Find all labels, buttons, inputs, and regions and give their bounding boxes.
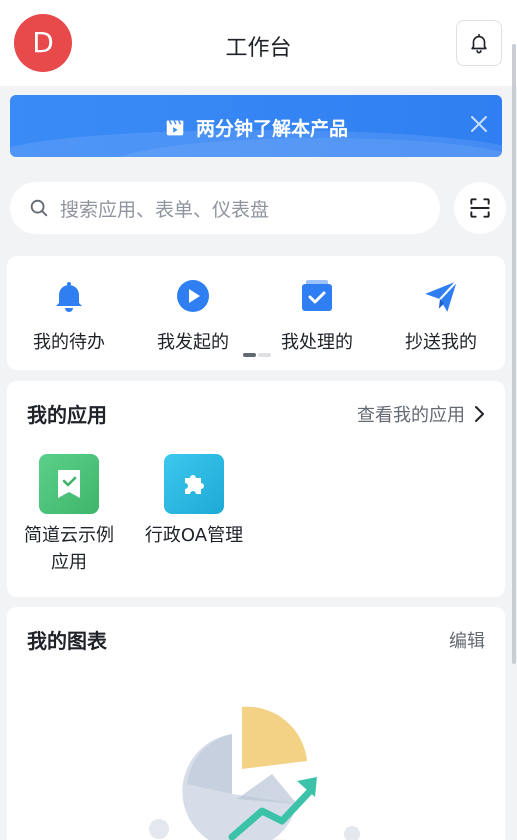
empty-chart-illustration bbox=[149, 706, 360, 840]
banner-close-button[interactable] bbox=[465, 110, 493, 138]
quick-action-todo[interactable]: 我的待办 bbox=[7, 276, 131, 354]
video-icon bbox=[166, 119, 184, 135]
app-name: 简道云示例应用 bbox=[24, 525, 114, 573]
workbench-page: D 工作台 两分钟了解本产品 搜索应用、表单、仪表盘 我的待办 我发起的 我处理… bbox=[0, 0, 517, 840]
page-title: 工作台 bbox=[225, 36, 292, 61]
app-name: 行政OA管理 bbox=[144, 525, 244, 546]
search-icon bbox=[30, 199, 48, 217]
my-apps-section: 我的应用 查看我的应用 简道云示例应用 行政OA管理 bbox=[7, 381, 505, 597]
quick-actions-panel: 我的待办 我发起的 我处理的 抄送我的 bbox=[7, 256, 505, 370]
top-header: D 工作台 bbox=[0, 0, 517, 86]
section-title: 我的图表 bbox=[27, 629, 107, 653]
scan-button[interactable] bbox=[454, 182, 506, 234]
view-my-apps-label: 查看我的应用 bbox=[357, 405, 465, 426]
quick-action-initiated[interactable]: 我发起的 bbox=[131, 276, 255, 354]
notification-button[interactable] bbox=[456, 20, 502, 66]
play-icon bbox=[173, 276, 213, 316]
send-icon bbox=[421, 276, 461, 316]
search-input[interactable]: 搜索应用、表单、仪表盘 bbox=[10, 182, 440, 234]
puzzle-icon bbox=[164, 454, 224, 514]
quick-action-cc[interactable]: 抄送我的 bbox=[379, 276, 503, 354]
check-calendar-icon bbox=[297, 276, 337, 316]
quick-action-label: 抄送我的 bbox=[405, 332, 477, 353]
page-indicator bbox=[243, 353, 271, 357]
app-item[interactable]: 行政OA管理 bbox=[139, 454, 249, 549]
search-placeholder: 搜索应用、表单、仪表盘 bbox=[60, 198, 270, 221]
intro-banner[interactable]: 两分钟了解本产品 bbox=[10, 95, 502, 157]
edit-button[interactable]: 编辑 bbox=[449, 627, 485, 653]
bell-icon bbox=[49, 276, 89, 316]
banner-content: 两分钟了解本产品 bbox=[10, 114, 502, 141]
bell-icon bbox=[471, 33, 487, 54]
my-charts-section: 我的图表 编辑 bbox=[7, 607, 505, 840]
view-my-apps-link[interactable]: 查看我的应用 bbox=[357, 401, 485, 427]
bookmark-check-icon bbox=[39, 454, 99, 514]
page-dot-active bbox=[243, 353, 256, 357]
quick-action-label: 我处理的 bbox=[281, 332, 353, 353]
page-dot bbox=[258, 353, 271, 357]
scrollbar[interactable] bbox=[512, 44, 516, 664]
banner-text: 两分钟了解本产品 bbox=[195, 118, 348, 140]
quick-action-processed[interactable]: 我处理的 bbox=[255, 276, 379, 354]
section-title: 我的应用 bbox=[27, 403, 107, 427]
app-item[interactable]: 简道云示例应用 bbox=[14, 454, 124, 576]
chevron-right-icon bbox=[475, 406, 484, 422]
scan-icon bbox=[470, 198, 490, 218]
close-icon bbox=[471, 116, 487, 132]
quick-action-label: 我的待办 bbox=[33, 332, 105, 353]
quick-action-label: 我发起的 bbox=[157, 332, 229, 353]
